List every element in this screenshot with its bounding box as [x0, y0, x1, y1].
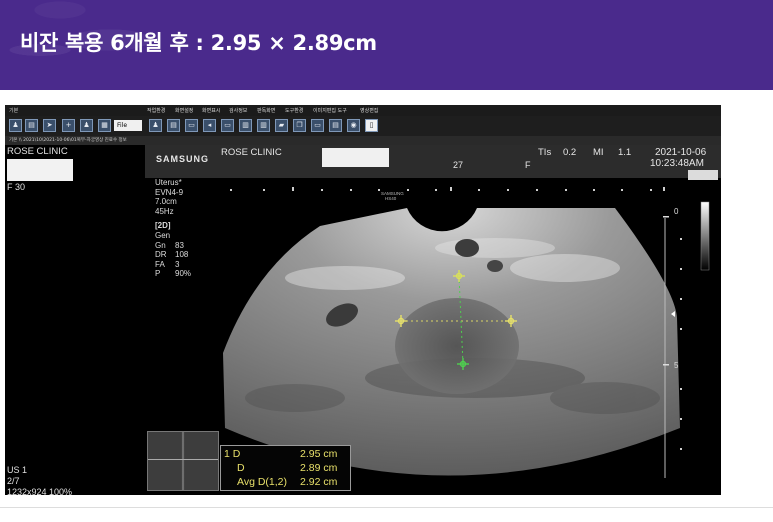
tis-value: 0.2 [563, 147, 577, 158]
series-label: US 1 [7, 465, 28, 475]
folder-icon[interactable]: ▰ [275, 119, 288, 132]
redacted-box [322, 148, 389, 167]
menu-item[interactable]: 화면설정 [175, 107, 193, 114]
hypoechoic-area [487, 260, 503, 272]
list-icon[interactable]: ▤ [167, 119, 180, 132]
clinic-name: ROSE CLINIC [7, 146, 68, 157]
depth-mark: 5 [674, 361, 679, 370]
document-icon[interactable]: ▭ [185, 119, 198, 132]
compare-icon[interactable]: ▤ [329, 119, 342, 132]
clinic-label: ROSE CLINIC [221, 147, 282, 158]
menu-item[interactable]: 검사정보 [229, 107, 247, 114]
menu-item[interactable]: 도구환경 [285, 107, 303, 114]
thumbnail-preview[interactable] [147, 431, 219, 491]
speaker-icon[interactable]: ◂ [203, 119, 216, 132]
exam-date: 2021-10-06 [655, 147, 707, 158]
spacer [0, 90, 773, 105]
left-info-panel: ROSE CLINIC F 30 US 1 2/7 1232x924 100% [5, 145, 145, 495]
patient-icon[interactable]: ♟ [9, 119, 22, 132]
page-title: 비잔 복용 6개월 후 : 2.95 × 2.89cm [20, 31, 377, 55]
frame-label: F 30 [7, 182, 26, 192]
layout-icon[interactable]: ▥ [257, 119, 270, 132]
monitor-icon[interactable]: ▭ [221, 119, 234, 132]
file-field[interactable]: File [114, 120, 142, 131]
layout-icon[interactable]: ▥ [239, 119, 252, 132]
camera-icon[interactable]: ◉ [347, 119, 360, 132]
measurement-value: 2.89 cm [300, 462, 338, 474]
title-banner: 비잔 복용 6개월 후 : 2.95 × 2.89cm [0, 0, 773, 90]
ultrasound-header: SAMSUNG ROSE CLINIC 27 F TIs 0.2 MI 1.1 … [145, 145, 721, 178]
mi-value: 1.1 [618, 147, 632, 158]
mi-label: MI [593, 147, 604, 158]
menu-item[interactable]: 판독화면 [257, 107, 275, 114]
copy-icon[interactable]: ❐ [293, 119, 306, 132]
exam-time: 10:23:48AM [650, 158, 704, 169]
menu-item[interactable]: 이미지편집 도구 [313, 107, 347, 114]
grid-icon[interactable]: ▦ [98, 119, 111, 132]
thumbnail-divider [148, 459, 218, 460]
menu-item[interactable]: 기본 [9, 107, 18, 114]
resolution-label: 1232x924 100% [7, 487, 73, 495]
list-icon[interactable]: ▤ [25, 119, 38, 132]
measurement-value: 2.95 cm [300, 448, 338, 460]
file-path-bar: 기본 \\ 2021\10\2021-10-06\01복부-자궁영상 진료수 정… [5, 136, 721, 145]
add-user-icon[interactable]: + [62, 119, 75, 132]
export-icon[interactable]: ▭ [311, 119, 324, 132]
divider [0, 507, 773, 508]
menu-item[interactable]: 영상편집 [360, 107, 378, 114]
probe-watermark: HS40 [385, 196, 397, 201]
depth-mark: 0 [674, 207, 679, 216]
measurement-label: Avg D(1,2) [237, 476, 287, 488]
measurement-label: D [237, 462, 245, 474]
measured-lesion [395, 298, 519, 394]
measurement-label: 1 D [224, 448, 241, 460]
measurement-value: 2.92 cm [300, 476, 338, 488]
note-icon[interactable]: ▯ [365, 119, 378, 132]
patient-icon[interactable]: ♟ [149, 119, 162, 132]
hypoechoic-area [455, 239, 479, 257]
brand-label: SAMSUNG [156, 154, 210, 164]
sex-label: F [525, 160, 531, 170]
grayscale-bar [700, 201, 710, 271]
probe-orientation-icon [688, 170, 718, 180]
ultrasound-viewer: 기본 작업환경 화면설정 화면표시 검사정보 판독화면 도구환경 이미지편집 도… [5, 105, 721, 495]
lateral-scale [230, 187, 665, 191]
age-label: 27 [453, 160, 464, 170]
thumbnail-image [148, 432, 218, 490]
menu-item[interactable]: 작업환경 [147, 107, 165, 114]
toolbar: ♟ ▤ ➤ + ♟ ▦ File ♟ ▤ ▭ ◂ ▭ ▥ ▥ ▰ ❐ ▭ ▤ ◉… [5, 116, 721, 136]
menu-item[interactable]: 화면표시 [202, 107, 220, 114]
pointer-icon[interactable]: ➤ [43, 119, 56, 132]
page-indicator: 2/7 [7, 476, 20, 486]
menu-bar: 기본 작업환경 화면설정 화면표시 검사정보 판독화면 도구환경 이미지편집 도… [5, 105, 721, 116]
measurement-results: 1 D 2.95 cm D 2.89 cm Avg D(1,2) 2.92 cm [220, 445, 351, 491]
redacted-box [7, 159, 73, 181]
tis-label: TIs [538, 147, 552, 158]
user-icon[interactable]: ♟ [80, 119, 93, 132]
